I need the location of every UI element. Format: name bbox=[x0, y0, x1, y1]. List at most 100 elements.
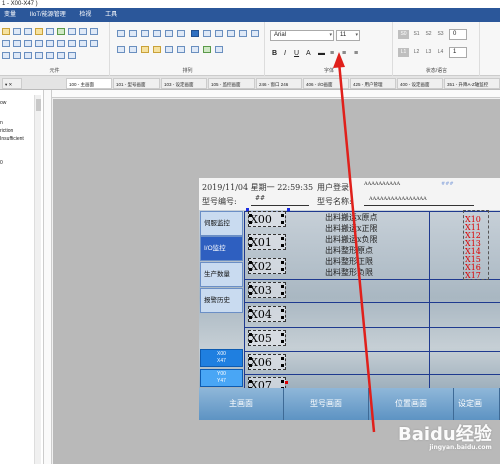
rotate-icon[interactable] bbox=[251, 30, 259, 37]
grid-icon[interactable] bbox=[68, 28, 76, 35]
bottom-nav-main[interactable]: 主画面 bbox=[199, 388, 284, 420]
pin-icon[interactable]: ▾ ✕ bbox=[2, 78, 22, 89]
wave-icon[interactable] bbox=[24, 40, 32, 47]
scroll-thumb[interactable] bbox=[36, 99, 41, 111]
tab-window-246[interactable]: 246 - 窗口 246 bbox=[256, 78, 302, 89]
same-size-icon[interactable] bbox=[165, 46, 173, 53]
line-icon[interactable] bbox=[13, 40, 21, 47]
align-top-icon[interactable] bbox=[153, 30, 161, 37]
align-center-icon[interactable] bbox=[129, 30, 137, 37]
state-button-s2[interactable]: S2 bbox=[423, 30, 434, 39]
button-icon[interactable] bbox=[90, 28, 98, 35]
user-icon[interactable] bbox=[68, 52, 76, 59]
copy-format-icon[interactable] bbox=[215, 46, 223, 53]
panel-line[interactable]: Insufficient bbox=[0, 136, 24, 142]
x-range-button[interactable]: X00 X47 bbox=[200, 349, 243, 367]
same-height-icon[interactable] bbox=[153, 46, 161, 53]
input-x04[interactable]: X04 bbox=[248, 306, 286, 322]
user-login-value[interactable]: AAAAAAAAAA bbox=[364, 181, 400, 187]
input-x05[interactable]: X05 bbox=[248, 330, 286, 346]
panel-line[interactable]: 0 bbox=[0, 160, 3, 166]
model-no-value[interactable]: ## bbox=[255, 195, 265, 202]
input-x01[interactable]: X01 bbox=[248, 234, 286, 250]
menu-item-tools[interactable]: 工具 bbox=[105, 8, 117, 22]
tab-main-screen[interactable]: 100 - 主画面 bbox=[66, 78, 112, 89]
state-button-s0[interactable]: S0 bbox=[398, 30, 409, 39]
bold-icon[interactable]: B bbox=[272, 49, 277, 58]
model-name-value[interactable]: AAAAAAAAAAAAAAAA bbox=[369, 196, 427, 202]
tab-user-management[interactable]: 425 - 用户管理 bbox=[350, 78, 396, 89]
table-icon[interactable] bbox=[57, 40, 65, 47]
flip-h-icon[interactable] bbox=[177, 46, 185, 53]
hmi-screen[interactable]: 2019/11/04 星期一 22:59:35 用户登录: AAAAAAAAAA… bbox=[199, 178, 500, 420]
bottom-nav-setting[interactable]: 设定画 bbox=[454, 388, 500, 420]
input-x02[interactable]: X02 bbox=[248, 258, 286, 274]
vertical-scrollbar[interactable] bbox=[34, 95, 41, 464]
align-bottom-icon[interactable] bbox=[177, 30, 185, 37]
arrow-icon[interactable] bbox=[13, 52, 21, 59]
text-icon[interactable] bbox=[79, 28, 87, 35]
font-name-select[interactable]: Arial ▾ bbox=[270, 30, 334, 41]
menu-item-iiot[interactable]: IIoT/能源管理 bbox=[30, 8, 66, 22]
ungroup-icon[interactable] bbox=[203, 30, 211, 37]
tab-model-screen[interactable]: 101 - 型号画面 bbox=[113, 78, 160, 89]
input-x00[interactable]: X00 bbox=[248, 211, 286, 227]
bottom-nav-model[interactable]: 型号画面 bbox=[284, 388, 369, 420]
highlight-icon[interactable]: ▬ bbox=[318, 49, 325, 58]
polyline-icon[interactable] bbox=[2, 40, 10, 47]
panel-line[interactable]: ow bbox=[0, 100, 6, 106]
nudge-icon[interactable] bbox=[203, 46, 211, 53]
selection-handle[interactable] bbox=[287, 208, 290, 211]
lang-button-l1[interactable]: L1 bbox=[398, 48, 409, 57]
align-middle-icon[interactable] bbox=[165, 30, 173, 37]
lock-icon[interactable] bbox=[46, 52, 54, 59]
bell-icon[interactable] bbox=[2, 52, 10, 59]
flip-v-icon[interactable] bbox=[191, 46, 199, 53]
red-label[interactable]: X17 bbox=[465, 272, 489, 280]
align-left-icon[interactable] bbox=[117, 30, 125, 37]
lang-button-l4[interactable]: L4 bbox=[435, 48, 446, 57]
font-color-icon[interactable]: A bbox=[306, 49, 311, 58]
tab-setting-400[interactable]: 400 - 设定画面 bbox=[397, 78, 443, 89]
window-icon[interactable] bbox=[90, 40, 98, 47]
same-width-icon[interactable] bbox=[141, 46, 149, 53]
italic-icon[interactable]: I bbox=[284, 49, 286, 58]
bottom-nav-position[interactable]: 位置画面 bbox=[369, 388, 454, 420]
panel-line[interactable]: n bbox=[0, 120, 3, 126]
input-x03[interactable]: X03 bbox=[248, 282, 286, 298]
group-icon[interactable] bbox=[191, 30, 199, 37]
state-value-input[interactable]: 0 bbox=[449, 29, 467, 40]
list-icon[interactable] bbox=[68, 40, 76, 47]
selection-handle-red[interactable] bbox=[285, 381, 288, 384]
panel-line[interactable]: riction bbox=[0, 128, 13, 134]
chart-icon[interactable] bbox=[57, 28, 65, 35]
nav-alarm-history[interactable]: 报警历史 bbox=[200, 288, 243, 313]
menu-item-variables[interactable]: 变量 bbox=[4, 8, 16, 22]
trend-icon[interactable] bbox=[46, 40, 54, 47]
top-right-value[interactable]: ### bbox=[441, 181, 454, 187]
meter-icon[interactable] bbox=[24, 28, 32, 35]
font-size-select[interactable]: 11 ▾ bbox=[336, 30, 360, 41]
underline-icon[interactable]: U bbox=[294, 49, 299, 58]
rect-icon[interactable] bbox=[35, 40, 43, 47]
align-right-icon[interactable] bbox=[141, 30, 149, 37]
bring-front-icon[interactable] bbox=[215, 30, 223, 37]
text-align-center-icon[interactable]: ≡ bbox=[342, 49, 346, 58]
tab-lift-monitor[interactable]: 351 - 升降A-Z轴监控 bbox=[444, 78, 500, 89]
distribute-v-icon[interactable] bbox=[129, 46, 137, 53]
nav-production-count[interactable]: 生产数量 bbox=[200, 262, 243, 287]
tab-io-screen[interactable]: 406 - I/O画面 bbox=[303, 78, 349, 89]
folder-icon[interactable] bbox=[35, 28, 43, 35]
selection-handle[interactable] bbox=[246, 208, 249, 211]
nav-servo-monitor[interactable]: 伺服监控 bbox=[200, 211, 243, 236]
lock-position-icon[interactable] bbox=[239, 30, 247, 37]
distribute-h-icon[interactable] bbox=[117, 46, 125, 53]
state-button-s3[interactable]: S3 bbox=[435, 30, 446, 39]
lamp-icon[interactable] bbox=[2, 28, 10, 35]
send-back-icon[interactable] bbox=[227, 30, 235, 37]
gear-icon[interactable] bbox=[24, 52, 32, 59]
switch-icon[interactable] bbox=[13, 28, 21, 35]
lang-button-l3[interactable]: L3 bbox=[423, 48, 434, 57]
text-align-left-icon[interactable]: ≡ bbox=[330, 49, 334, 58]
tab-setting-screen[interactable]: 103 - 设定画面 bbox=[161, 78, 207, 89]
